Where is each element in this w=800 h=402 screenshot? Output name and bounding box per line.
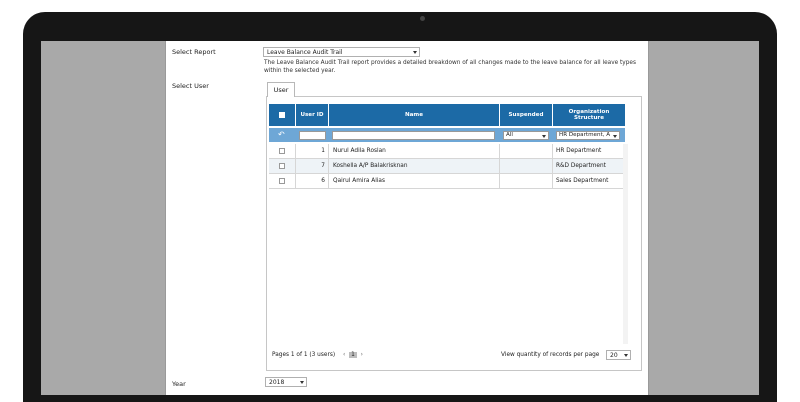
chevron-down-icon bbox=[300, 381, 304, 384]
records-per-page-label: View quantity of records per page bbox=[501, 352, 600, 358]
tab-user[interactable]: User bbox=[267, 82, 295, 97]
user-id-filter-input[interactable] bbox=[299, 131, 326, 140]
pagination-summary: Pages 1 of 1 (3 users) bbox=[272, 352, 336, 358]
report-panel: Select Report Leave Balance Audit Trail … bbox=[165, 41, 649, 395]
cell-org: HR Department bbox=[553, 144, 625, 159]
report-select-value: Leave Balance Audit Trail bbox=[267, 49, 343, 56]
row-checkbox[interactable] bbox=[279, 178, 285, 184]
year-label: Year bbox=[172, 380, 186, 388]
records-per-page-value: 20 bbox=[610, 352, 618, 359]
reset-filter-icon[interactable]: ↶ bbox=[278, 131, 285, 139]
user-grid: User ID Name Suspended Organization Stru… bbox=[269, 104, 625, 344]
pagination: Pages 1 of 1 (3 users) ‹ 1 › bbox=[272, 352, 363, 358]
suspended-filter-value: All bbox=[506, 132, 513, 138]
next-page-icon[interactable]: › bbox=[361, 352, 363, 358]
report-select[interactable]: Leave Balance Audit Trail bbox=[263, 47, 420, 57]
chevron-down-icon bbox=[613, 135, 617, 138]
cell-org: R&D Department bbox=[553, 159, 625, 174]
records-per-page-select[interactable]: 20 bbox=[606, 350, 631, 360]
year-select-value: 2018 bbox=[269, 379, 285, 386]
suspended-filter-select[interactable]: All bbox=[503, 131, 549, 140]
cell-user-id: 7 bbox=[296, 159, 329, 174]
row-checkbox[interactable] bbox=[279, 148, 285, 154]
select-all-checkbox[interactable] bbox=[279, 112, 285, 118]
header-user-id[interactable]: User ID bbox=[296, 104, 329, 126]
header-organization-structure[interactable]: Organization Structure bbox=[553, 104, 625, 126]
table-row[interactable]: 7 Koshella A/P Balakrisknan R&D Departme… bbox=[269, 159, 625, 174]
row-checkbox[interactable] bbox=[279, 163, 285, 169]
select-all-header bbox=[269, 104, 296, 126]
cell-user-id: 6 bbox=[296, 174, 329, 189]
chevron-down-icon bbox=[413, 51, 417, 54]
report-description: The Leave Balance Audit Trail report pro… bbox=[264, 60, 637, 74]
cell-name: Nurul Adila Roslan bbox=[329, 144, 500, 159]
camera-icon bbox=[420, 16, 425, 21]
org-filter-select[interactable]: HR Department, A bbox=[556, 131, 620, 140]
table-row[interactable]: 6 Qairul Amira Alias Sales Department bbox=[269, 174, 625, 189]
cell-name: Koshella A/P Balakrisknan bbox=[329, 159, 500, 174]
cell-suspended bbox=[500, 174, 553, 189]
cell-user-id: 1 bbox=[296, 144, 329, 159]
prev-page-icon[interactable]: ‹ bbox=[343, 352, 345, 358]
org-filter-value: HR Department, A bbox=[559, 132, 611, 138]
filter-row: ↶ All HR Department, A bbox=[269, 128, 625, 142]
year-select[interactable]: 2018 bbox=[265, 377, 307, 387]
chevron-down-icon bbox=[542, 135, 546, 138]
cell-suspended bbox=[500, 144, 553, 159]
cell-org: Sales Department bbox=[553, 174, 625, 189]
row-checkbox-cell bbox=[269, 144, 296, 159]
name-filter-input[interactable] bbox=[332, 131, 495, 140]
select-report-label: Select Report bbox=[172, 48, 216, 56]
screen: Select Report Leave Balance Audit Trail … bbox=[41, 41, 759, 395]
page-number[interactable]: 1 bbox=[349, 352, 357, 358]
vertical-scrollbar[interactable] bbox=[623, 144, 628, 344]
chevron-down-icon bbox=[624, 354, 628, 357]
select-user-label: Select User bbox=[172, 82, 209, 90]
cell-name: Qairul Amira Alias bbox=[329, 174, 500, 189]
header-suspended[interactable]: Suspended bbox=[500, 104, 553, 126]
cell-suspended bbox=[500, 159, 553, 174]
row-checkbox-cell bbox=[269, 174, 296, 189]
header-name[interactable]: Name bbox=[329, 104, 500, 126]
table-row[interactable]: 1 Nurul Adila Roslan HR Department bbox=[269, 144, 625, 159]
row-checkbox-cell bbox=[269, 159, 296, 174]
